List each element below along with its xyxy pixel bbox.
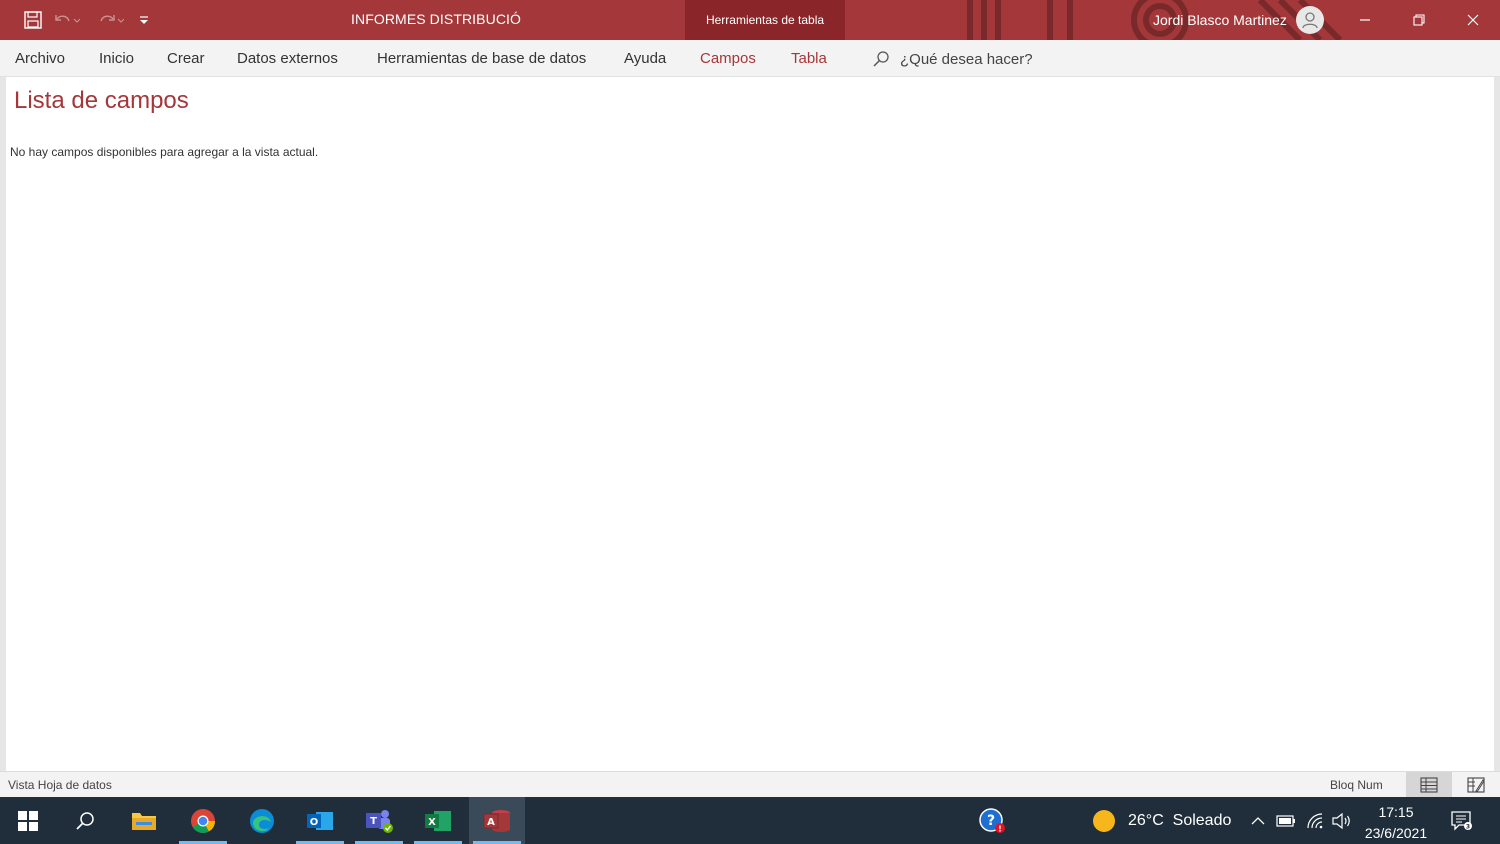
- ribbon-tab-bar: Archivo Inicio Crear Datos externos Herr…: [0, 40, 1500, 77]
- windows-taskbar: O T X A ? ! 26°C Soleado 17:15 23/6/2021…: [0, 797, 1500, 844]
- taskbar-help-app[interactable]: ? !: [976, 797, 1008, 844]
- datasheet-view-icon: [1420, 777, 1438, 793]
- current-view-label: Vista Hoja de datos: [8, 778, 112, 792]
- search-icon: [873, 51, 889, 67]
- redo-button[interactable]: [94, 0, 128, 40]
- access-icon: A: [483, 809, 510, 832]
- clock-time: 17:15: [1378, 804, 1414, 820]
- tab-tabla[interactable]: Tabla: [791, 50, 827, 67]
- quick-access-toolbar: [0, 0, 156, 40]
- restore-icon: [1413, 14, 1425, 26]
- svg-text:A: A: [487, 817, 495, 828]
- tab-campos[interactable]: Campos: [700, 50, 756, 67]
- restore-button[interactable]: [1392, 0, 1446, 40]
- help-icon: ? !: [979, 807, 1005, 833]
- speaker-icon: [1332, 812, 1350, 829]
- chrome-icon: [191, 808, 215, 833]
- design-view-icon: [1467, 777, 1485, 793]
- weather-text: 26°C Soleado: [1128, 811, 1232, 829]
- battery-icon: [1276, 814, 1295, 827]
- search-icon: [76, 811, 94, 830]
- tab-ayuda[interactable]: Ayuda: [624, 50, 666, 67]
- field-list-pane: [6, 80, 1494, 766]
- taskbar-clock[interactable]: 17:15 23/6/2021: [1356, 802, 1436, 844]
- taskbar-search-button[interactable]: [57, 797, 113, 844]
- svg-text:X: X: [428, 817, 436, 828]
- taskbar-excel[interactable]: X: [410, 797, 466, 844]
- undo-icon: [55, 15, 80, 23]
- start-button[interactable]: [0, 797, 56, 844]
- outlook-icon: O: [307, 811, 333, 830]
- customize-qat-icon: [140, 16, 148, 24]
- user-name[interactable]: Jordi Blasco Martinez: [1153, 12, 1287, 28]
- customize-qat-button[interactable]: [132, 0, 156, 40]
- tab-datos-externos[interactable]: Datos externos: [237, 50, 338, 67]
- svg-text:3: 3: [1466, 823, 1470, 830]
- tab-crear[interactable]: Crear: [167, 50, 205, 67]
- battery-status[interactable]: [1272, 797, 1300, 844]
- chevron-up-icon: [1251, 816, 1265, 824]
- minimize-icon: [1360, 19, 1370, 21]
- undo-button[interactable]: [50, 0, 84, 40]
- minimize-button[interactable]: [1338, 0, 1392, 40]
- taskbar-access[interactable]: A: [469, 797, 525, 844]
- taskbar-outlook[interactable]: O: [292, 797, 348, 844]
- volume-control[interactable]: [1328, 797, 1356, 844]
- redo-icon: [100, 15, 124, 23]
- tab-herramientas-bd[interactable]: Herramientas de base de datos: [377, 50, 586, 67]
- folder-icon: [132, 812, 156, 830]
- teams-icon: T: [366, 809, 393, 833]
- taskbar-file-explorer[interactable]: [116, 797, 172, 844]
- avatar[interactable]: [1296, 6, 1324, 34]
- taskbar-teams[interactable]: T: [351, 797, 407, 844]
- field-list-empty-message: No hay campos disponibles para agregar a…: [10, 145, 319, 159]
- excel-icon: X: [425, 810, 451, 831]
- show-hidden-icons-button[interactable]: [1244, 797, 1272, 844]
- windows-logo-icon: [18, 810, 38, 831]
- network-status[interactable]: [1301, 797, 1329, 844]
- document-title: INFORMES DISTRIBUCIÓ: [351, 11, 522, 27]
- notification-icon: 3: [1451, 810, 1472, 831]
- tell-me-placeholder: ¿Qué desea hacer?: [900, 50, 1033, 68]
- status-bar: Vista Hoja de datos Bloq Num: [0, 771, 1500, 798]
- svg-text:O: O: [310, 817, 319, 828]
- context-tab-group-label: Herramientas de tabla: [685, 0, 845, 40]
- edge-icon: [250, 808, 274, 833]
- tab-inicio[interactable]: Inicio: [99, 50, 134, 67]
- window-right-border: [1494, 77, 1500, 771]
- sun-icon: [1093, 809, 1115, 832]
- svg-text:?: ?: [987, 813, 995, 829]
- design-view-button[interactable]: [1453, 772, 1499, 798]
- numlock-indicator: Bloq Num: [1330, 778, 1383, 792]
- tab-archivo[interactable]: Archivo: [15, 50, 65, 67]
- clock-date: 23/6/2021: [1364, 825, 1428, 841]
- user-icon: [1302, 12, 1318, 29]
- weather-widget[interactable]: 26°C Soleado: [1092, 797, 1231, 844]
- close-icon: [1467, 14, 1479, 26]
- field-list-title: Lista de campos: [14, 87, 189, 114]
- title-bar: INFORMES DISTRIBUCIÓ Herramientas de tab…: [0, 0, 1500, 40]
- svg-text:!: !: [998, 824, 1002, 833]
- save-icon: [24, 11, 42, 29]
- wifi-icon: [1307, 812, 1323, 828]
- tell-me-search[interactable]: ¿Qué desea hacer?: [872, 47, 1033, 71]
- datasheet-view-button[interactable]: [1406, 772, 1452, 798]
- save-button[interactable]: [16, 0, 50, 40]
- taskbar-edge[interactable]: [234, 797, 290, 844]
- svg-text:T: T: [370, 816, 377, 827]
- action-center-button[interactable]: 3: [1444, 797, 1480, 844]
- taskbar-chrome[interactable]: [175, 797, 231, 844]
- close-button[interactable]: [1446, 0, 1500, 40]
